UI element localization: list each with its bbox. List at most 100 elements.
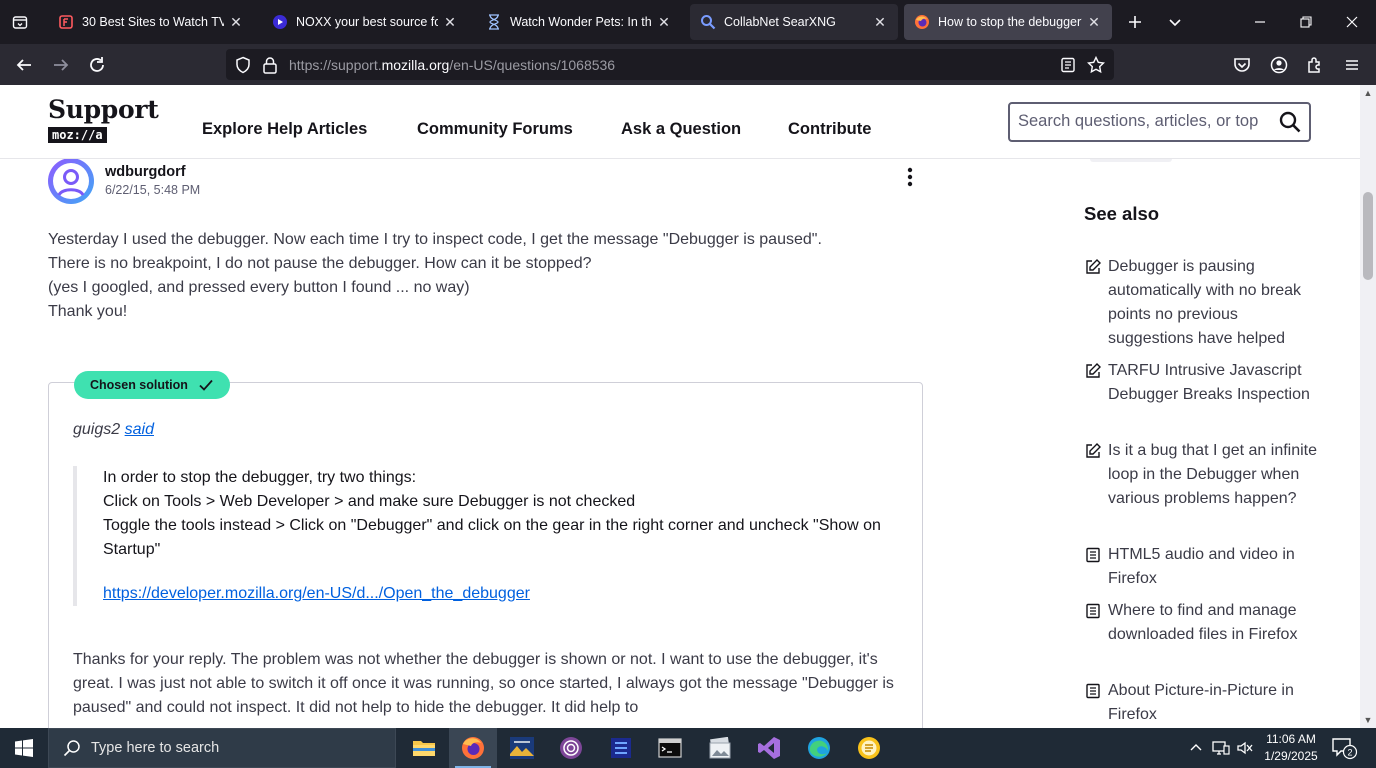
network-icon[interactable] [1210, 728, 1232, 768]
close-tab-icon[interactable]: ✕ [656, 14, 672, 30]
account-icon[interactable] [1266, 52, 1292, 78]
reader-view-icon[interactable] [1059, 56, 1077, 74]
related-item[interactable]: TARFU Intrusive Javascript Debugger Brea… [1084, 359, 1324, 407]
reload-icon[interactable] [84, 52, 110, 78]
related-item[interactable]: Is it a bug that I get an infinite loop … [1084, 439, 1324, 511]
firefox-taskbar-icon[interactable] [449, 728, 497, 768]
nav-contribute[interactable]: Contribute [788, 120, 871, 139]
noxx-icon [272, 14, 288, 30]
file-explorer-icon[interactable] [400, 728, 448, 768]
related-item[interactable]: Where to find and manage downloaded file… [1084, 599, 1324, 647]
related-item-label: HTML5 audio and video in Firefox [1108, 546, 1295, 587]
page-viewport: Support moz://a Explore Help Articles Co… [0, 85, 1360, 728]
quote-line: Toggle the tools instead > Click on "Deb… [103, 517, 881, 558]
related-item-label: Debugger is pausing automatically with n… [1108, 258, 1301, 347]
question-line: Yesterday I used the debugger. Now each … [48, 231, 822, 248]
photos-app-icon[interactable] [696, 728, 744, 768]
article-icon [1084, 546, 1102, 564]
scroll-up-arrow-icon[interactable]: ▲ [1363, 88, 1373, 98]
shield-icon[interactable] [234, 56, 252, 74]
firefox-icon [914, 14, 930, 30]
sidebar-divider [1090, 159, 1172, 162]
related-item-label: Is it a bug that I get an infinite loop … [1108, 442, 1318, 507]
logo-support-text[interactable]: Support [48, 95, 159, 124]
mdn-debugger-link[interactable]: https://developer.mozilla.org/en-US/d...… [103, 582, 903, 606]
scroll-down-arrow-icon[interactable]: ▼ [1363, 715, 1373, 725]
extensions-icon[interactable] [1302, 52, 1328, 78]
new-tab-icon[interactable] [1124, 11, 1146, 33]
related-item-label: Where to find and manage downloaded file… [1108, 602, 1298, 643]
see-also-heading: See also [1084, 203, 1160, 224]
search-icon [700, 14, 716, 30]
close-tab-icon[interactable]: ✕ [1086, 14, 1102, 30]
windows-start-icon[interactable] [0, 728, 48, 768]
site-search [1008, 102, 1311, 142]
tab-3[interactable]: Watch Wonder Pets: In the Ci ✕ [476, 4, 682, 40]
restore-icon[interactable] [1283, 0, 1329, 44]
chevron-down-icon[interactable] [1164, 11, 1186, 33]
close-tab-icon[interactable]: ✕ [872, 14, 888, 30]
question-author[interactable]: wdburgdorf [105, 164, 186, 180]
show-hidden-icons-chevron-icon[interactable] [1186, 728, 1206, 768]
minimize-icon[interactable] [1237, 0, 1283, 44]
search-input[interactable] [1018, 112, 1272, 131]
bookmark-star-icon[interactable] [1087, 56, 1105, 74]
solution-attribution: guigs2 said [73, 421, 154, 439]
tab-1[interactable]: 30 Best Sites to Watch TV Sho ✕ [48, 4, 254, 40]
close-window-icon[interactable] [1329, 0, 1375, 44]
notification-center-icon[interactable]: 2 [1330, 736, 1358, 760]
nav-ask-a-question[interactable]: Ask a Question [621, 120, 741, 139]
tab-title: Watch Wonder Pets: In the Ci [510, 15, 652, 29]
flixed-icon [58, 14, 74, 30]
tab-5-active[interactable]: How to stop the debugger? | ✕ [904, 4, 1112, 40]
url-text[interactable]: https://support.mozilla.org/en-US/questi… [289, 57, 615, 73]
forward-arrow-icon[interactable] [48, 52, 74, 78]
related-item[interactable]: About Picture-in-Picture in Firefox [1084, 679, 1324, 727]
terminal-icon[interactable] [646, 728, 694, 768]
tab-title: NOXX your best source for w [296, 15, 438, 29]
close-tab-icon[interactable]: ✕ [228, 14, 244, 30]
tab-2[interactable]: NOXX your best source for w ✕ [262, 4, 468, 40]
tab-4[interactable]: CollabNet SearXNG ✕ [690, 4, 898, 40]
game-app-icon[interactable] [498, 728, 546, 768]
taskbar-search[interactable]: Type here to search [48, 728, 396, 768]
back-arrow-icon[interactable] [11, 52, 37, 78]
volume-muted-icon[interactable] [1234, 728, 1256, 768]
hamburger-menu-icon[interactable] [1339, 52, 1365, 78]
question-line: (yes I googled, and pressed every button… [48, 279, 470, 296]
windows-taskbar: Type here to search 11:06 AM 1/29/2025 2 [0, 728, 1376, 768]
notes-app-icon[interactable] [845, 728, 893, 768]
said-link[interactable]: said [125, 421, 154, 438]
article-icon [1084, 602, 1102, 620]
visual-studio-icon[interactable] [745, 728, 793, 768]
edge-browser-icon[interactable] [795, 728, 843, 768]
site-header: Support moz://a Explore Help Articles Co… [0, 85, 1360, 159]
url-domain: mozilla.org [381, 57, 450, 73]
page-scrollbar[interactable]: ▲ ▼ [1360, 85, 1376, 728]
related-item[interactable]: HTML5 audio and video in Firefox [1084, 543, 1324, 591]
tor-browser-icon[interactable] [547, 728, 595, 768]
scrollbar-thumb[interactable] [1363, 192, 1373, 280]
address-bar[interactable]: https://support.mozilla.org/en-US/questi… [226, 49, 1114, 80]
nav-explore-help-articles[interactable]: Explore Help Articles [202, 120, 367, 139]
list-all-tabs-icon[interactable] [0, 0, 40, 44]
pocket-icon[interactable] [1229, 52, 1255, 78]
more-options-icon[interactable] [898, 165, 922, 189]
lock-icon[interactable] [261, 56, 279, 74]
system-clock[interactable]: 11:06 AM 1/29/2025 [1256, 731, 1326, 765]
question-line: Thank you! [48, 303, 128, 320]
solution-quote: In order to stop the debugger, try two t… [73, 466, 903, 606]
nav-community-forums[interactable]: Community Forums [417, 120, 573, 139]
badge-label: Chosen solution [90, 378, 188, 392]
related-item[interactable]: Debugger is pausing automatically with n… [1084, 255, 1324, 351]
search-icon[interactable] [1279, 111, 1301, 133]
avatar[interactable] [48, 158, 94, 204]
hourglass-icon [486, 14, 502, 30]
clock-date: 1/29/2025 [1264, 749, 1318, 763]
related-item-label: About Picture-in-Picture in Firefox [1108, 682, 1294, 723]
close-tab-icon[interactable]: ✕ [442, 14, 458, 30]
mozilla-logo[interactable]: moz://a [48, 127, 107, 143]
steam-app-icon[interactable] [597, 728, 645, 768]
question-body: Yesterday I used the debugger. Now each … [48, 228, 928, 324]
checkmark-icon [198, 377, 214, 393]
